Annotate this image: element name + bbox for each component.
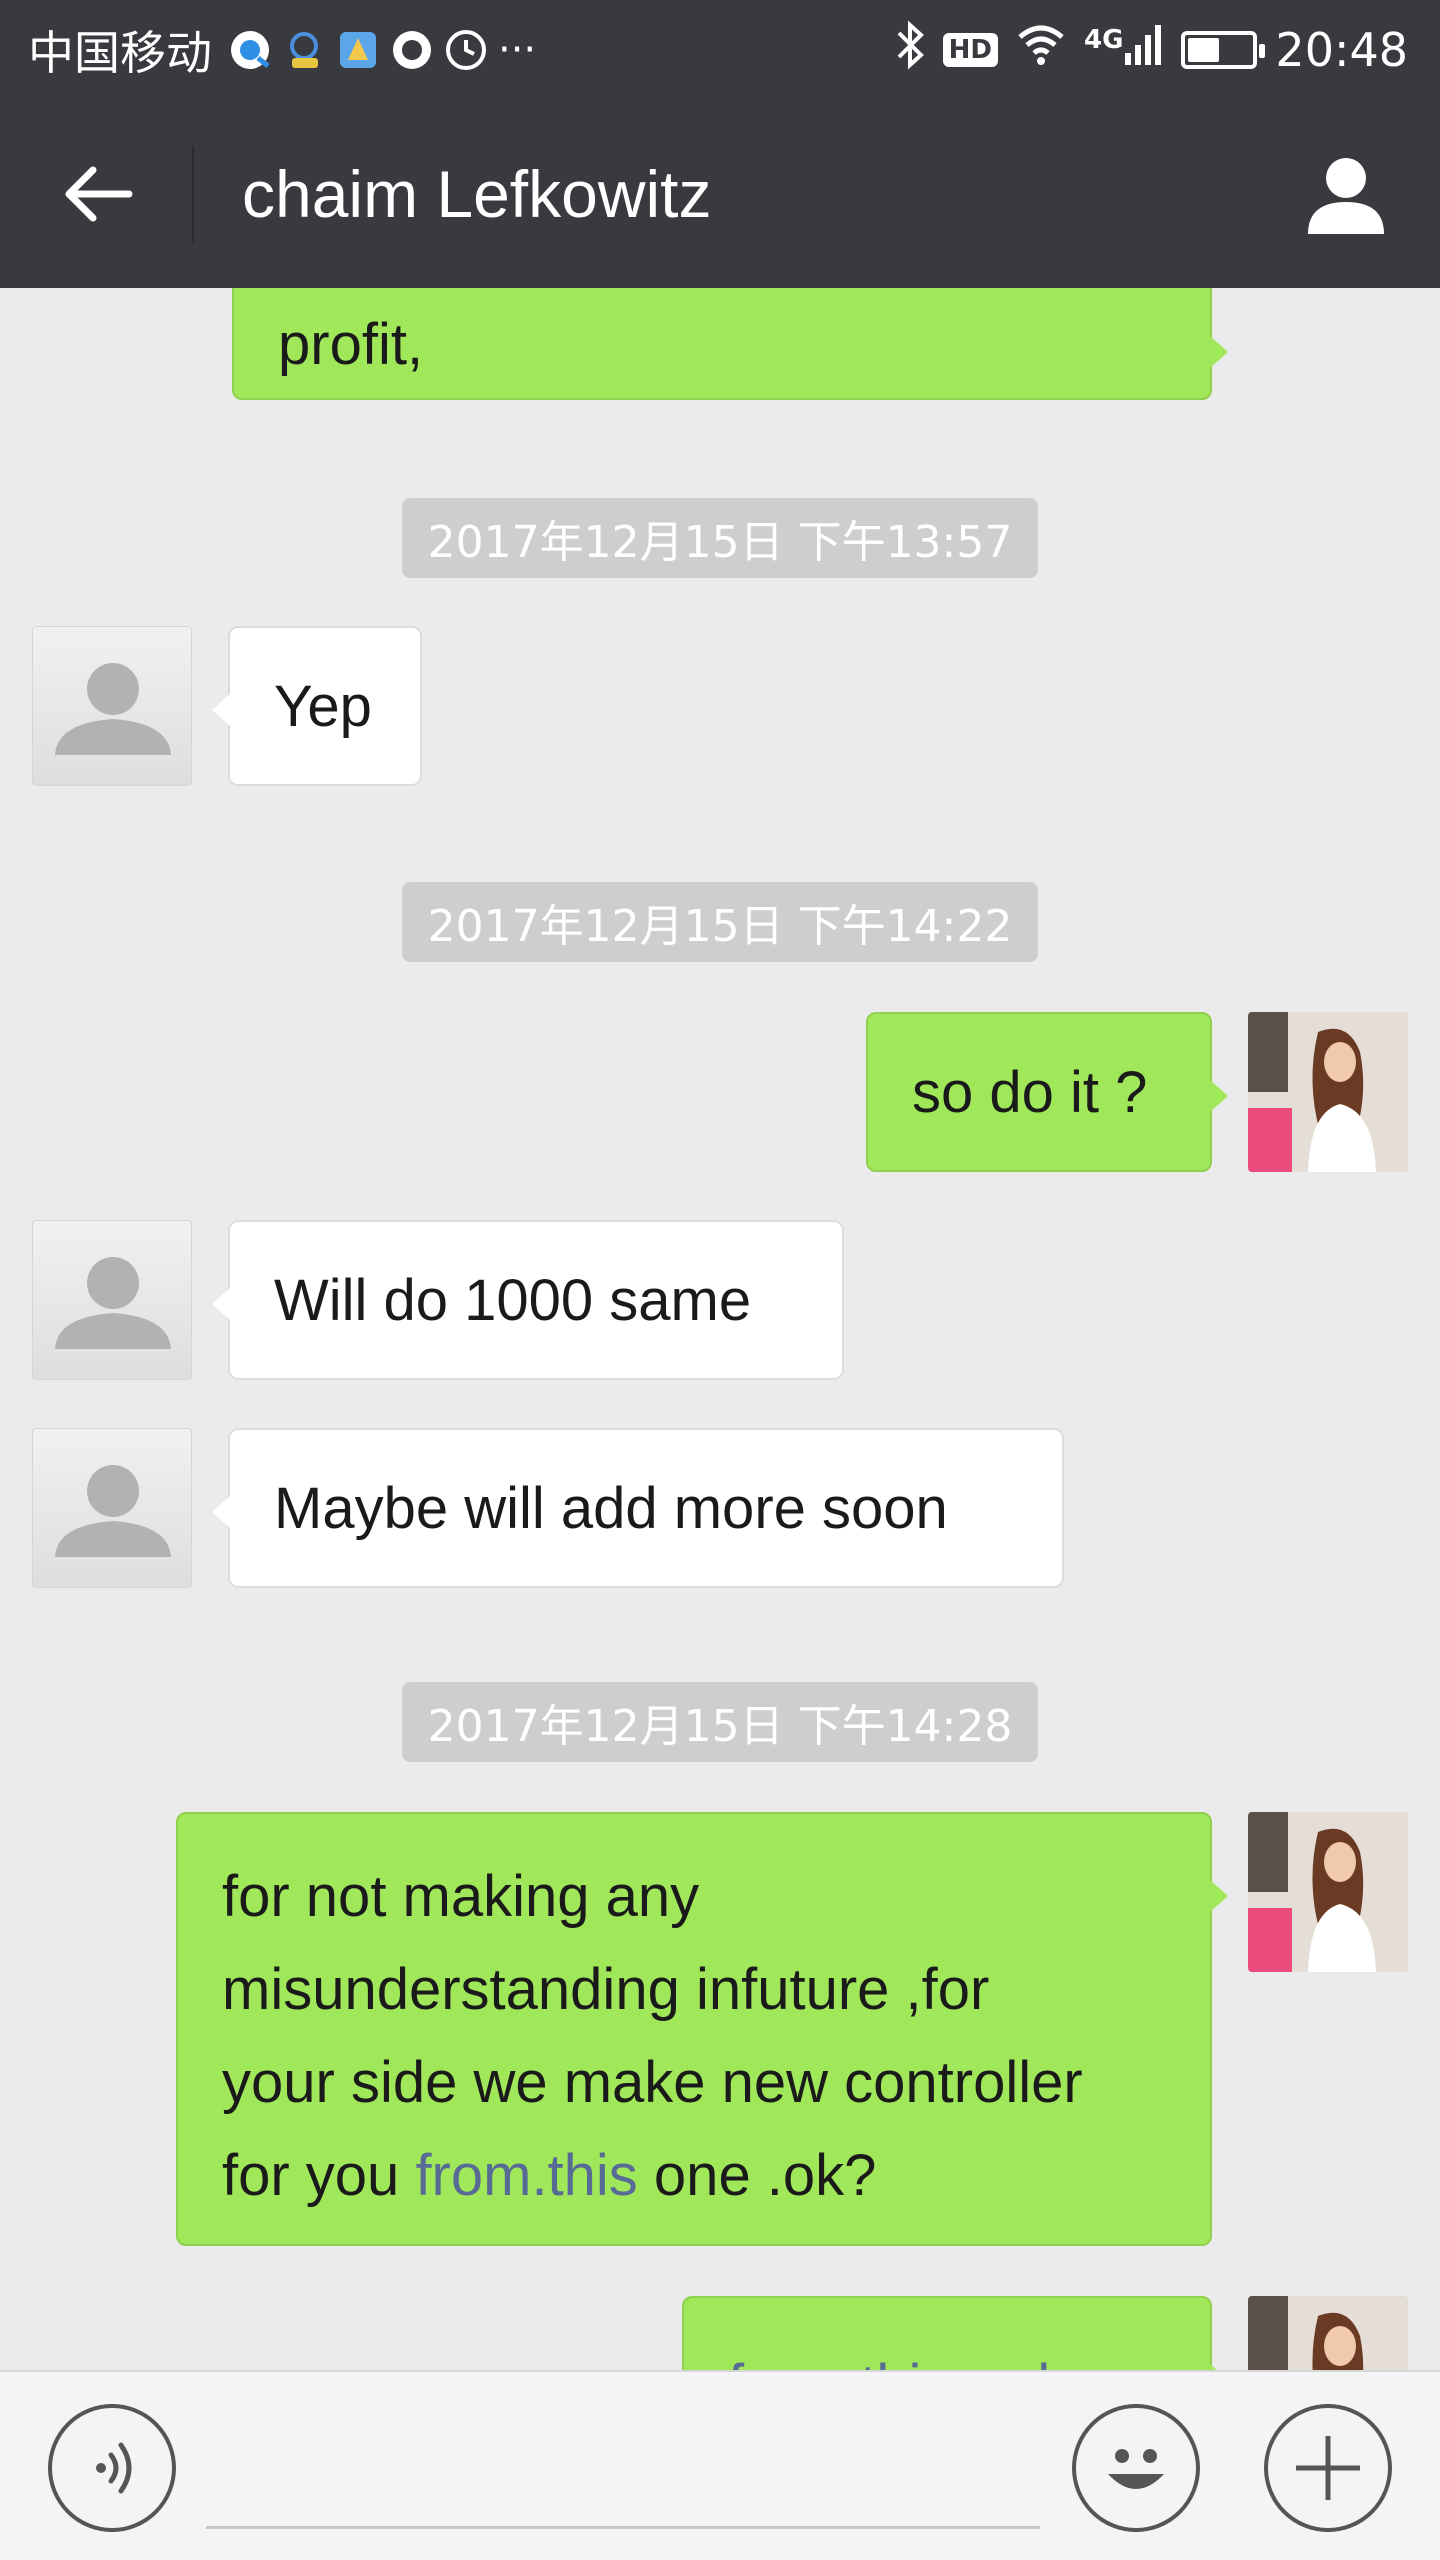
qq-app-icon <box>390 28 434 72</box>
my-avatar[interactable] <box>1248 2296 1408 2370</box>
message-line: for not making any <box>222 1864 700 1929</box>
signal-icon <box>1123 23 1163 78</box>
person-icon <box>1308 158 1384 234</box>
message-bubble-outgoing[interactable]: profit, <box>232 288 1228 400</box>
contact-avatar[interactable] <box>32 1428 192 1588</box>
message-bubble-outgoing[interactable]: so do it ? <box>866 1012 1228 1172</box>
smiley-icon <box>1108 2449 1164 2489</box>
message-bubble-incoming[interactable]: Maybe will add more soon <box>212 1428 1064 1588</box>
message-link[interactable]: from.this <box>415 2143 637 2208</box>
message-line: misunderstanding infuture ,for <box>222 1957 990 2022</box>
message-text: Yep <box>274 673 372 739</box>
woman-photo-icon <box>1248 1012 1408 1172</box>
timestamp: 2017年12月15日 下午13:57 <box>402 498 1038 578</box>
carrier-name: 中国移动 <box>28 26 212 80</box>
title-divider <box>192 146 194 242</box>
default-person-icon <box>55 1465 171 1557</box>
message-bubble-incoming[interactable]: Yep <box>212 626 422 786</box>
message-text: so do it ? <box>912 1059 1148 1125</box>
message-text: from.this order <box>728 2352 1102 2370</box>
message-bubble-incoming[interactable]: Will do 1000 same <box>212 1220 844 1380</box>
wifi-icon <box>1016 23 1066 78</box>
voice-icon <box>96 2442 132 2494</box>
back-button[interactable] <box>48 144 148 244</box>
status-bar-right: HD 4G 20:48 <box>895 0 1408 100</box>
timestamp-text: 2017年12月15日 下午14:28 <box>427 1701 1013 1752</box>
message-bubble-outgoing[interactable]: for not making any misunderstanding infu… <box>176 1812 1228 2246</box>
status-bar: 中国移动 ··· HD 4G 20:48 <box>0 0 1440 100</box>
message-bubble-outgoing[interactable]: from.this order <box>682 2296 1228 2370</box>
network-type: 4G <box>1083 25 1124 55</box>
browser-app-icon <box>228 28 272 72</box>
timestamp: 2017年12月15日 下午14:28 <box>402 1682 1038 1762</box>
timestamp-text: 2017年12月15日 下午14:22 <box>427 901 1013 952</box>
timestamp: 2017年12月15日 下午14:22 <box>402 882 1038 962</box>
woman-photo-icon <box>1248 2296 1408 2370</box>
more-notifications: ··· <box>498 27 537 73</box>
hd-badge: HD <box>942 33 998 67</box>
default-person-icon <box>55 1257 171 1349</box>
message-input[interactable] <box>206 2526 1040 2529</box>
message-text: one .ok? <box>637 2143 877 2208</box>
profile-button[interactable] <box>1296 144 1396 244</box>
message-text: Maybe will add more soon <box>274 1475 948 1541</box>
bluetooth-icon <box>895 19 925 82</box>
default-person-icon <box>55 663 171 755</box>
input-bar <box>0 2370 1440 2560</box>
message-line: for you from.this one .ok? <box>222 2129 1166 2222</box>
more-button[interactable] <box>1264 2404 1392 2532</box>
battery-level <box>1188 38 1220 62</box>
arrow-left-icon <box>65 166 133 222</box>
map-app-icon <box>336 28 380 72</box>
my-avatar[interactable] <box>1248 1012 1408 1172</box>
message-text: Will do 1000 same <box>274 1267 752 1333</box>
message-text: for you <box>222 2143 416 2208</box>
plus-icon <box>1296 2436 1360 2500</box>
chat-title: chaim Lefkowitz <box>242 157 712 231</box>
clock-app-icon <box>444 28 488 72</box>
emoji-button[interactable] <box>1072 2404 1200 2532</box>
voice-button[interactable] <box>48 2404 176 2532</box>
message-line: your side we make new controller <box>222 2050 1083 2115</box>
clock-time: 20:48 <box>1275 23 1408 77</box>
chat-app-icon <box>282 28 326 72</box>
battery-icon <box>1181 31 1266 69</box>
timestamp-text: 2017年12月15日 下午13:57 <box>427 517 1013 568</box>
message-text: profit, <box>278 311 424 377</box>
chat-area[interactable]: profit, 2017年12月15日 下午13:57 Yep 2017年12月… <box>0 288 1440 2370</box>
status-bar-left: 中国移动 ··· <box>28 0 536 100</box>
my-avatar[interactable] <box>1248 1812 1408 1972</box>
title-bar: chaim Lefkowitz <box>0 100 1440 288</box>
contact-avatar[interactable] <box>32 626 192 786</box>
contact-avatar[interactable] <box>32 1220 192 1380</box>
woman-photo-icon <box>1248 1812 1408 1972</box>
